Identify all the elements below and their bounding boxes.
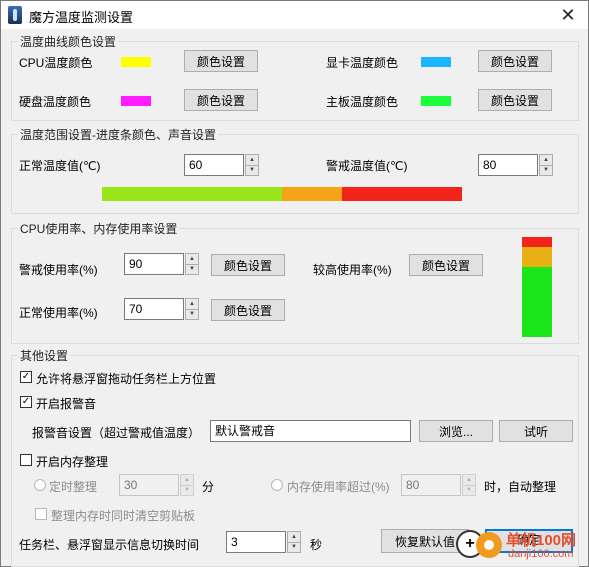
curve-colors-title: 温度曲线颜色设置: [18, 33, 119, 50]
cpu-color-swatch: [121, 57, 151, 67]
mem-over-spinner[interactable]: ▲ ▼: [462, 474, 476, 496]
timed-clean-radio[interactable]: [34, 479, 46, 491]
cpu-color-button[interactable]: 颜色设置: [184, 50, 258, 72]
mem-over-label: 内存使用率超过(%): [287, 480, 390, 494]
warn-usage-input[interactable]: 90: [124, 253, 184, 275]
gpu-color-button[interactable]: 颜色设置: [478, 50, 552, 72]
temp-bar-warn: [342, 187, 462, 201]
normal-usage-color-button[interactable]: 颜色设置: [211, 299, 285, 321]
disk-color-label: 硬盘温度颜色: [19, 95, 92, 109]
normal-temp-label: 正常温度值(℃): [19, 159, 101, 173]
test-button[interactable]: 试听: [499, 420, 573, 442]
switch-time-label: 任务栏、悬浮窗显示信息切换时间: [19, 538, 200, 552]
watermark-sub: danji100.com: [508, 548, 574, 560]
minute-unit-label: 分: [202, 480, 215, 494]
close-icon[interactable]: ✕: [554, 3, 582, 27]
watermark-text: 单机100网: [506, 532, 577, 549]
gpu-color-label: 显卡温度颜色: [326, 56, 399, 70]
timed-clean-label: 定时整理: [49, 480, 98, 494]
cpu-color-label: CPU温度颜色: [19, 56, 93, 70]
warn-temp-spinner[interactable]: ▲ ▼: [539, 154, 553, 176]
board-color-button[interactable]: 颜色设置: [478, 89, 552, 111]
alarm-setting-label: 报警音设置（超过警戒值温度）: [32, 426, 201, 440]
timed-clean-spinner[interactable]: ▲ ▼: [180, 474, 194, 496]
alarm-sound-input[interactable]: 默认警戒音: [210, 420, 411, 442]
timed-clean-input[interactable]: 30: [119, 474, 179, 496]
switch-time-spinner[interactable]: ▲ ▼: [287, 531, 301, 553]
high-usage-label: 较高使用率(%): [313, 263, 392, 277]
temp-bar-high: [282, 187, 342, 201]
allow-drag-checkbox[interactable]: ✓: [20, 371, 32, 383]
usage-indicator-normal: [522, 267, 552, 337]
board-color-label: 主板温度颜色: [326, 95, 399, 109]
usage-indicator-high: [522, 247, 552, 267]
browse-button[interactable]: 浏览...: [419, 420, 493, 442]
warn-temp-input[interactable]: 80: [478, 154, 538, 176]
disk-color-button[interactable]: 颜色设置: [184, 89, 258, 111]
normal-usage-label: 正常使用率(%): [19, 306, 98, 320]
auto-clean-label: 时，自动整理: [484, 480, 557, 494]
usage-title: CPU使用率、内存使用率设置: [18, 220, 180, 237]
alarm-label: 开启报警音: [36, 397, 97, 411]
warn-usage-spinner[interactable]: ▲ ▼: [185, 253, 199, 275]
mem-over-input[interactable]: 80: [401, 474, 461, 496]
warn-temp-label: 警戒温度值(℃): [326, 159, 408, 173]
second-unit-label: 秒: [310, 538, 323, 552]
watermark-logo: + 单机100网 danji100.com: [446, 526, 586, 566]
usage-indicator-warn: [522, 237, 552, 247]
mem-over-radio[interactable]: [271, 479, 283, 491]
high-usage-color-button[interactable]: 颜色设置: [409, 254, 483, 276]
other-title: 其他设置: [18, 347, 71, 364]
app-icon: [8, 6, 22, 24]
temp-bar-normal: [102, 187, 282, 201]
allow-drag-label: 允许将悬浮窗拖动任务栏上方位置: [36, 372, 217, 386]
clear-clipboard-checkbox[interactable]: [35, 508, 47, 520]
temp-range-title: 温度范围设置-进度条颜色、声音设置: [18, 126, 218, 143]
mem-clean-checkbox[interactable]: [20, 454, 32, 466]
switch-time-input[interactable]: 3: [226, 531, 286, 553]
alarm-checkbox[interactable]: ✓: [20, 396, 32, 408]
mem-clean-label: 开启内存整理: [36, 455, 109, 469]
normal-temp-spinner[interactable]: ▲ ▼: [245, 154, 259, 176]
clear-clipboard-label: 整理内存时同时清空剪贴板: [51, 509, 196, 523]
disk-color-swatch: [121, 96, 151, 106]
title-bar: 魔方温度监测设置 ✕: [1, 1, 588, 29]
normal-usage-input[interactable]: 70: [124, 298, 184, 320]
normal-temp-input[interactable]: 60: [184, 154, 244, 176]
board-color-swatch: [421, 96, 451, 106]
watermark-ring-icon: [476, 532, 502, 558]
warn-usage-label: 警戒使用率(%): [19, 263, 98, 277]
usage-group: CPU使用率、内存使用率设置: [11, 220, 579, 344]
warn-usage-color-button[interactable]: 颜色设置: [211, 254, 285, 276]
window-title: 魔方温度监测设置: [29, 10, 134, 25]
settings-window: 魔方温度监测设置 ✕ 温度曲线颜色设置 CPU温度颜色 颜色设置 显卡温度颜色 …: [0, 0, 589, 567]
gpu-color-swatch: [421, 57, 451, 67]
normal-usage-spinner[interactable]: ▲ ▼: [185, 298, 199, 320]
